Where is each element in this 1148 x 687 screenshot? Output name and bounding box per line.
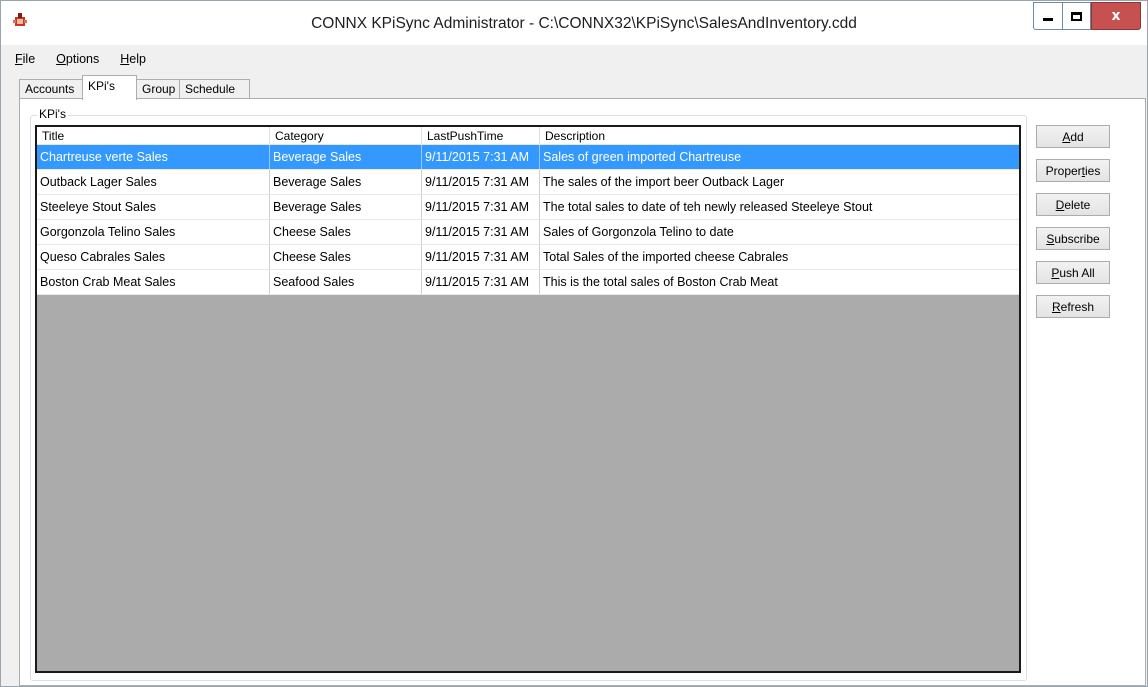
maximize-button[interactable] [1062, 2, 1091, 30]
cell-category: Beverage Sales [270, 170, 422, 194]
cell-lastpushtime: 9/11/2015 7:31 AM [422, 245, 540, 269]
column-header-title[interactable]: Title [37, 127, 270, 145]
subscribe-button[interactable]: Subscribe [1036, 227, 1110, 250]
cell-lastpushtime: 9/11/2015 7:31 AM [422, 195, 540, 219]
table-row[interactable]: Boston Crab Meat Sales Seafood Sales 9/1… [37, 270, 1019, 295]
table-row[interactable]: Outback Lager Sales Beverage Sales 9/11/… [37, 170, 1019, 195]
tab-kpis[interactable]: KPi's [82, 75, 137, 100]
table-row[interactable]: Chartreuse verte Sales Beverage Sales 9/… [37, 145, 1019, 170]
app-window: CONNX KPiSync Administrator - C:\CONNX32… [0, 0, 1148, 687]
tab-accounts[interactable]: Accounts [19, 79, 83, 99]
close-button[interactable]: x [1091, 2, 1141, 30]
tab-group[interactable]: Group [136, 79, 180, 99]
kpi-list-view[interactable]: Title Category LastPushTime Description … [35, 125, 1021, 673]
cell-lastpushtime: 9/11/2015 7:31 AM [422, 270, 540, 294]
cell-lastpushtime: 9/11/2015 7:31 AM [422, 220, 540, 244]
cell-lastpushtime: 9/11/2015 7:31 AM [422, 145, 540, 169]
cell-title: Outback Lager Sales [37, 170, 270, 194]
minimize-icon [1043, 18, 1053, 21]
cell-description: Total Sales of the imported cheese Cabra… [543, 250, 789, 264]
title-bar[interactable]: CONNX KPiSync Administrator - C:\CONNX32… [1, 1, 1147, 45]
cell-description: Sales of green imported Chartreuse [543, 150, 742, 164]
add-button[interactable]: Add [1036, 125, 1110, 148]
minimize-button[interactable] [1033, 2, 1062, 30]
maximize-icon [1071, 11, 1082, 21]
cell-title: Chartreuse verte Sales [37, 145, 270, 169]
cell-description: Sales of Gorgonzola Telino to date [543, 225, 734, 239]
column-header-lastpushtime[interactable]: LastPushTime [422, 127, 540, 145]
cell-category: Seafood Sales [270, 270, 422, 294]
delete-button[interactable]: Delete [1036, 193, 1110, 216]
table-row[interactable]: Steeleye Stout Sales Beverage Sales 9/11… [37, 195, 1019, 220]
properties-button[interactable]: Proper t ies [1036, 159, 1110, 182]
cell-category: Cheese Sales [270, 220, 422, 244]
cell-title: Gorgonzola Telino Sales [37, 220, 270, 244]
cell-category: Beverage Sales [270, 145, 422, 169]
kpis-tab-page: KPi's Title Category LastPushTime Descri… [19, 98, 1146, 686]
window-title: CONNX KPiSync Administrator - C:\CONNX32… [311, 15, 857, 32]
cell-description: This is the total sales of Boston Crab M… [543, 275, 778, 289]
cell-lastpushtime: 9/11/2015 7:31 AM [422, 170, 540, 194]
table-row[interactable]: Queso Cabrales Sales Cheese Sales 9/11/2… [37, 245, 1019, 270]
menu-file[interactable]: File [15, 52, 35, 66]
list-header: Title Category LastPushTime Description [37, 127, 1019, 145]
refresh-button[interactable]: Refresh [1036, 295, 1110, 318]
table-row[interactable]: Gorgonzola Telino Sales Cheese Sales 9/1… [37, 220, 1019, 245]
cell-category: Cheese Sales [270, 245, 422, 269]
menu-options[interactable]: Options [56, 52, 99, 66]
column-header-category[interactable]: Category [270, 127, 422, 145]
menu-bar: File Options Help [1, 45, 1147, 73]
tab-schedule[interactable]: Schedule [179, 79, 250, 99]
close-icon: x [1111, 8, 1121, 24]
cell-description: The sales of the import beer Outback Lag… [543, 175, 785, 189]
cell-title: Steeleye Stout Sales [37, 195, 270, 219]
cell-description: The total sales to date of teh newly rel… [543, 200, 873, 214]
column-header-description[interactable]: Description [540, 127, 1019, 145]
group-label: KPi's [37, 107, 68, 121]
menu-help[interactable]: Help [120, 52, 146, 66]
cell-title: Queso Cabrales Sales [37, 245, 270, 269]
push-all-button[interactable]: Push All [1036, 261, 1110, 284]
cell-category: Beverage Sales [270, 195, 422, 219]
cell-title: Boston Crab Meat Sales [37, 270, 270, 294]
